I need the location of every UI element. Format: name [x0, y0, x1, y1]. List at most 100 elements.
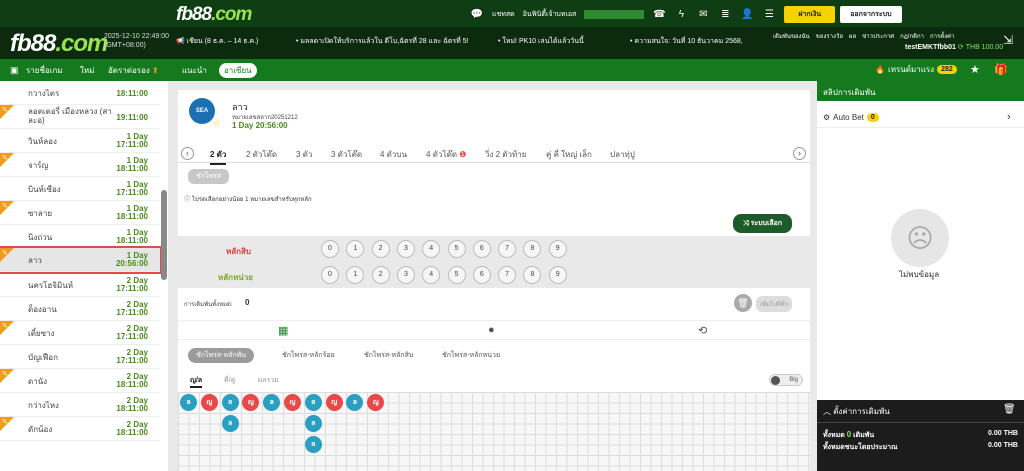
sidebar-lottery-item[interactable]: บินห์เซือง 1 Day 17:11:00 — [0, 177, 160, 201]
digit-button[interactable]: 6 — [472, 266, 491, 284]
star-icon[interactable]: ★ — [970, 63, 980, 76]
news-item[interactable]: 📢 เชียน (8 ธ.ค. – 14 ธ.ค.) — [176, 36, 258, 47]
subtab-hundreds[interactable]: ชักไพร่ส-หลักร้อย — [282, 350, 335, 361]
sidebar-lottery-item[interactable]: ✎ เตี๋ยซาง 2 Day 17:11:00 — [0, 321, 160, 345]
tab-2-digit-tod[interactable]: 2 ตัวโต๊ด — [246, 148, 277, 161]
refresh-icon[interactable]: ⟳ — [958, 44, 964, 51]
phone-icon[interactable]: ☎ — [652, 8, 666, 22]
link-results[interactable]: ผล — [849, 31, 856, 41]
menu-icon[interactable]: ☰ — [762, 8, 776, 22]
tab-odd-even-big-small[interactable]: คู่ คี่ ใหญ่ เล็ก — [546, 148, 592, 161]
digit-button[interactable]: 2 — [371, 266, 390, 284]
tab-3-digit[interactable]: 3 ตัว — [296, 148, 312, 161]
digit-button[interactable]: 7 — [498, 266, 517, 284]
nav-recommended[interactable]: แนะนำ — [182, 64, 207, 77]
bolt-icon[interactable]: ϟ — [674, 8, 688, 22]
sidebar-scrollbar[interactable] — [161, 190, 167, 280]
clear-trash-icon[interactable]: 🗑 — [734, 294, 752, 312]
link-my-bets[interactable]: เดิมพันของฉัน — [773, 31, 810, 41]
digit-button[interactable]: 9 — [548, 266, 567, 284]
subtab-thousands[interactable]: ชักไพร่ส-หลักพัน — [188, 348, 255, 363]
filter-odd-even[interactable]: คี่/คู่ — [224, 375, 235, 386]
digit-button[interactable]: 5 — [447, 266, 466, 284]
add-to-slip-button[interactable]: เพิ่มไปที่ตั๋ว — [756, 296, 793, 312]
chevron-right-icon[interactable]: › — [1007, 111, 1011, 123]
filter-big-small[interactable]: ญ/ล — [190, 375, 203, 388]
logout-button[interactable]: ออกจากระบบ — [840, 6, 902, 23]
sidebar-lottery-item[interactable]: ด็องอาน 2 Day 17:11:00 — [0, 297, 160, 321]
digit-button[interactable]: 9 — [548, 240, 567, 258]
nav-asean[interactable]: อาเซียน — [219, 63, 257, 78]
sidebar-lottery-item[interactable]: ✎ จาร์ญ 1 Day 18:11:00 — [0, 153, 160, 177]
filter-sum[interactable]: ผลรวม — [258, 375, 279, 386]
news-item[interactable]: • ใหม่! PK10 เล่นได้แล้ววันนี้ — [498, 36, 584, 47]
tab-2-digit[interactable]: 2 ตัว — [210, 148, 227, 165]
digit-button[interactable]: 2 — [371, 240, 390, 258]
bet-settings-title[interactable]: ︿ ตั้งค่าการเดิมพัน — [823, 405, 890, 418]
digit-button[interactable]: 3 — [396, 266, 415, 284]
sidebar-lottery-item[interactable]: นิงถ่วน 1 Day 18:11:00 — [0, 225, 160, 249]
sidebar-lottery-item[interactable]: ✎ ดานัง 2 Day 18:11:00 — [0, 369, 160, 393]
digit-button[interactable]: 5 — [447, 240, 466, 258]
sidebar-lottery-item[interactable]: ✎ ดักน้อง 2 Day 18:11:00 — [0, 417, 160, 441]
top-link-infinity[interactable]: อินฟินิตี้เจ้าบทเอส — [523, 9, 577, 20]
subtab-units[interactable]: ชักไพร่ส-หลักหน่วย — [442, 350, 500, 361]
list-icon[interactable]: ≣ — [718, 8, 732, 22]
tabs-prev-button[interactable]: ‹ — [181, 147, 194, 160]
chat-icon[interactable]: 💬 — [470, 8, 484, 22]
news-item[interactable]: • มลลดาเปิดให้บริการแล้วใน ดีโบ,ฉัตรที่ … — [296, 36, 469, 47]
link-announcements[interactable]: ข่าวประกาศ — [862, 31, 894, 41]
digit-button[interactable]: 7 — [498, 240, 517, 258]
link-settings[interactable]: การตั้งค่า — [930, 31, 954, 41]
tab-4-digit-tod[interactable]: 4 ตัวโต๊ด ❶ — [426, 148, 466, 161]
promo-icon[interactable]: ✉ — [696, 8, 710, 22]
sidebar-item-name: ซาลาย — [28, 209, 53, 218]
auto-bet-row[interactable]: ⚙ Auto Bet 0 — [823, 113, 879, 122]
sidebar-lottery-item[interactable]: ✎ ลาว 1 Day 20:56:00 — [0, 246, 162, 274]
sidebar-lottery-item[interactable]: กวางไตร 18:11:00 — [0, 81, 160, 105]
sidebar-lottery-item[interactable]: กว่างไหง 2 Day 18:11:00 — [0, 393, 160, 417]
trash-icon[interactable]: 🗑 — [1003, 404, 1016, 415]
digit-button[interactable]: 0 — [321, 266, 339, 284]
sidebar-lottery-item[interactable]: วินห์ลอง 1 Day 17:11:00 — [0, 129, 160, 153]
link-rules[interactable]: กฎ/กติกา — [900, 31, 924, 41]
grid-view-icon[interactable]: ▦ — [278, 324, 288, 337]
pick-chip[interactable]: ชักไพร่ส — [188, 169, 230, 184]
link-rewards[interactable]: ของรางวัล — [816, 31, 843, 41]
user-links: เดิมพันของฉัน ของรางวัล ผล ข่าวประกาศ กฎ… — [773, 31, 954, 41]
cycle-view-icon[interactable]: ⟲ — [698, 324, 707, 337]
game-list-icon[interactable]: ▣ — [10, 65, 19, 76]
gift-icon[interactable]: 🎁 — [994, 63, 1008, 76]
ball-view-icon[interactable]: ● — [488, 324, 495, 336]
sidebar-item-name: ดักน้อง — [28, 425, 53, 434]
nav-odds[interactable]: อัตราต่อรอง ⬆ — [108, 64, 159, 77]
nav-game-list[interactable]: รายชื่อเกม — [26, 64, 63, 77]
deposit-button[interactable]: ฝากเงิน — [784, 6, 836, 23]
digit-button[interactable]: 6 — [472, 240, 491, 258]
sidebar-lottery-item[interactable]: บัญเฟือก 2 Day 17:11:00 — [0, 345, 160, 369]
sidebar-lottery-item[interactable]: ✎ ลอตเตอรี่ เมืองหลวง (สาละอ) 19:11:00 — [0, 105, 160, 129]
brand-logo[interactable]: fb88.com — [10, 30, 108, 58]
sidebar-item-time: 19:11:00 — [116, 114, 148, 122]
tabs-next-button[interactable]: › — [793, 147, 806, 160]
tab-fish-shrimp-crab[interactable]: ปลาทุ่ปู — [610, 148, 635, 161]
big-toggle[interactable]: Big — [769, 374, 803, 386]
news-item[interactable]: • ความสนใจ: วันที่ 10 ธันวาคม 2568, — [630, 36, 743, 47]
sidebar-lottery-item[interactable]: ✎ ซาลาย 1 Day 18:11:00 — [0, 201, 160, 225]
subtab-tens[interactable]: ชักไพร่ส-หลักสิบ — [364, 350, 413, 361]
sidebar-lottery-item[interactable]: นครโฮจิมินห์ 2 Day 17:11:00 — [0, 273, 160, 297]
tab-3-digit-tod[interactable]: 3 ตัวโต๊ด — [331, 148, 362, 161]
user-icon[interactable]: 👤 — [740, 8, 754, 22]
tab-4-digit-top[interactable]: 4 ตัวบน — [380, 148, 407, 161]
digit-button[interactable]: 3 — [396, 240, 415, 258]
digit-button[interactable]: 0 — [321, 240, 339, 258]
trending[interactable]: 🔥 เทรนด์มาแรง 282 — [875, 63, 957, 76]
tab-run-2-tail[interactable]: วิ่ง 2 ตัวท้าย — [485, 148, 526, 161]
top-link-chat[interactable]: แชทสด — [492, 9, 515, 20]
random-pick-button[interactable]: ⤨ ระบบเลือก — [733, 214, 793, 233]
sidebar-item-time: 2 Day 18:11:00 — [116, 397, 148, 413]
nav-new[interactable]: ใหม่ — [80, 64, 94, 77]
exit-icon[interactable]: ⇲ — [1003, 33, 1013, 47]
favorite-star-icon[interactable]: ☆ — [212, 118, 221, 129]
logo[interactable]: fb88.com — [176, 4, 252, 26]
